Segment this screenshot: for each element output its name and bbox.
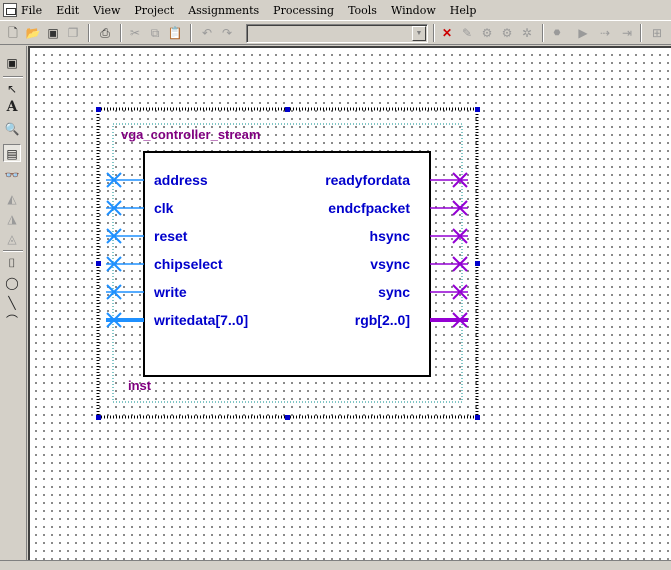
line-tool-icon[interactable]: ╲ [3,294,21,312]
pin-planner-icon[interactable]: ✎ [458,24,476,42]
symbol-drawing: vga_controller_stream inst address clk res… [96,107,480,420]
chevron-down-icon[interactable]: ▼ [412,26,426,41]
instance-name: inst [128,378,152,393]
save-all-icon[interactable]: ❐ [64,24,82,42]
redo-icon[interactable]: ↷ [218,24,236,42]
undo-icon[interactable]: ↶ [198,24,216,42]
detach-window-icon[interactable]: ▣ [3,54,21,72]
chip-planner-icon[interactable]: ⚙ [478,24,496,42]
menu-help[interactable]: Help [450,4,477,17]
output-port-label: endcfpacket [328,200,410,216]
flip-horizontal-icon[interactable]: ◭ [3,190,21,208]
status-strip [0,560,671,570]
symbol-tool-icon[interactable]: ▤ [3,144,21,162]
output-port-label: sync [378,284,410,300]
zoom-tool-icon[interactable]: 🔍 [3,120,21,138]
start-timing-icon[interactable]: ⇥ [618,24,636,42]
selection-handle[interactable] [285,107,290,112]
rotate-icon[interactable]: ◬ [3,230,21,248]
print-icon[interactable]: ⎙ [96,24,114,42]
toolbar-separator [542,24,544,42]
input-port-label: address [154,172,208,188]
find-icon[interactable]: 👓 [3,166,21,184]
main-toolbar: 🗋 📂 ▣ ❐ ⎙ ✂ ⧉ 📋 ↶ ↷ ▼ ✕ ✎ ⚙ ⚙ ✲ ⬣ ▶ ⇢ ⇥ … [0,20,671,45]
input-port-label: reset [154,228,188,244]
toolbar-separator [120,24,122,42]
copy-icon[interactable]: ⧉ [146,24,164,42]
menu-project[interactable]: Project [134,4,174,17]
selection-handle[interactable] [96,415,101,420]
input-port-label: write [153,284,187,300]
menu-assignments[interactable]: Assignments [188,4,259,17]
toolbar-separator [88,24,90,42]
menu-bar: File Edit View Project Assignments Proce… [0,0,671,20]
selection-handle[interactable] [475,107,480,112]
start-analysis-icon[interactable]: ⇢ [596,24,614,42]
selection-handle[interactable] [285,415,290,420]
start-compilation-icon[interactable]: ▶ [574,24,592,42]
compiler-tool-icon[interactable]: ✕ [438,24,456,42]
toolbar-separator [3,250,23,252]
open-folder-icon[interactable]: 📂 [24,24,42,42]
menu-processing[interactable]: Processing [273,4,334,17]
selection-tool-icon[interactable]: ↖ [3,80,21,98]
toolbar-separator [190,24,192,42]
save-icon[interactable]: ▣ [44,24,62,42]
arc-tool-icon[interactable]: ⌒ [3,312,21,330]
selection-handle[interactable] [475,261,480,266]
paste-icon[interactable]: 📋 [166,24,184,42]
block-diagram-canvas[interactable]: vga_controller_stream inst address clk res… [28,46,671,560]
input-port-label: clk [154,200,174,216]
menu-window[interactable]: Window [391,4,436,17]
cut-icon[interactable]: ✂ [126,24,144,42]
selection-handle[interactable] [96,107,101,112]
app-icon[interactable] [3,3,17,17]
menu-edit[interactable]: Edit [56,4,79,17]
output-port-label: readyfordata [325,172,410,188]
block-editor-toolbar: ▣ ↖ A 🔍 ▤ 👓 ◭ ◮ ◬ ⌷ ◯ ╲ ⌒ [0,46,27,560]
module-name: vga_controller_stream [121,127,260,142]
new-file-icon[interactable]: 🗋 [4,24,22,42]
input-port-label: writedata[7..0] [153,312,248,328]
toolbar-separator [3,76,23,78]
flip-vertical-icon[interactable]: ◮ [3,210,21,228]
output-port-label: rgb[2..0] [355,312,410,328]
menu-view[interactable]: View [93,4,120,17]
toolbar-separator [640,24,642,42]
selection-handle[interactable] [96,261,101,266]
menu-tools[interactable]: Tools [348,4,377,17]
toolbar-separator [433,24,435,42]
input-port-label: chipselect [154,256,223,272]
rectangle-tool-icon[interactable]: ⌷ [3,254,21,272]
analyze-icon[interactable]: ⚙ [498,24,516,42]
programmer-icon[interactable]: ⊞ [648,24,666,42]
menu-file[interactable]: File [21,4,42,17]
output-port-label: hsync [370,228,411,244]
settings-icon[interactable]: ✲ [518,24,536,42]
stop-icon[interactable]: ⬣ [548,24,566,42]
text-tool-icon[interactable]: A [3,98,21,116]
ellipse-tool-icon[interactable]: ◯ [3,274,21,292]
output-port-label: vsync [370,256,410,272]
selection-handle[interactable] [475,415,480,420]
project-hierarchy-combo[interactable]: ▼ [246,24,428,43]
